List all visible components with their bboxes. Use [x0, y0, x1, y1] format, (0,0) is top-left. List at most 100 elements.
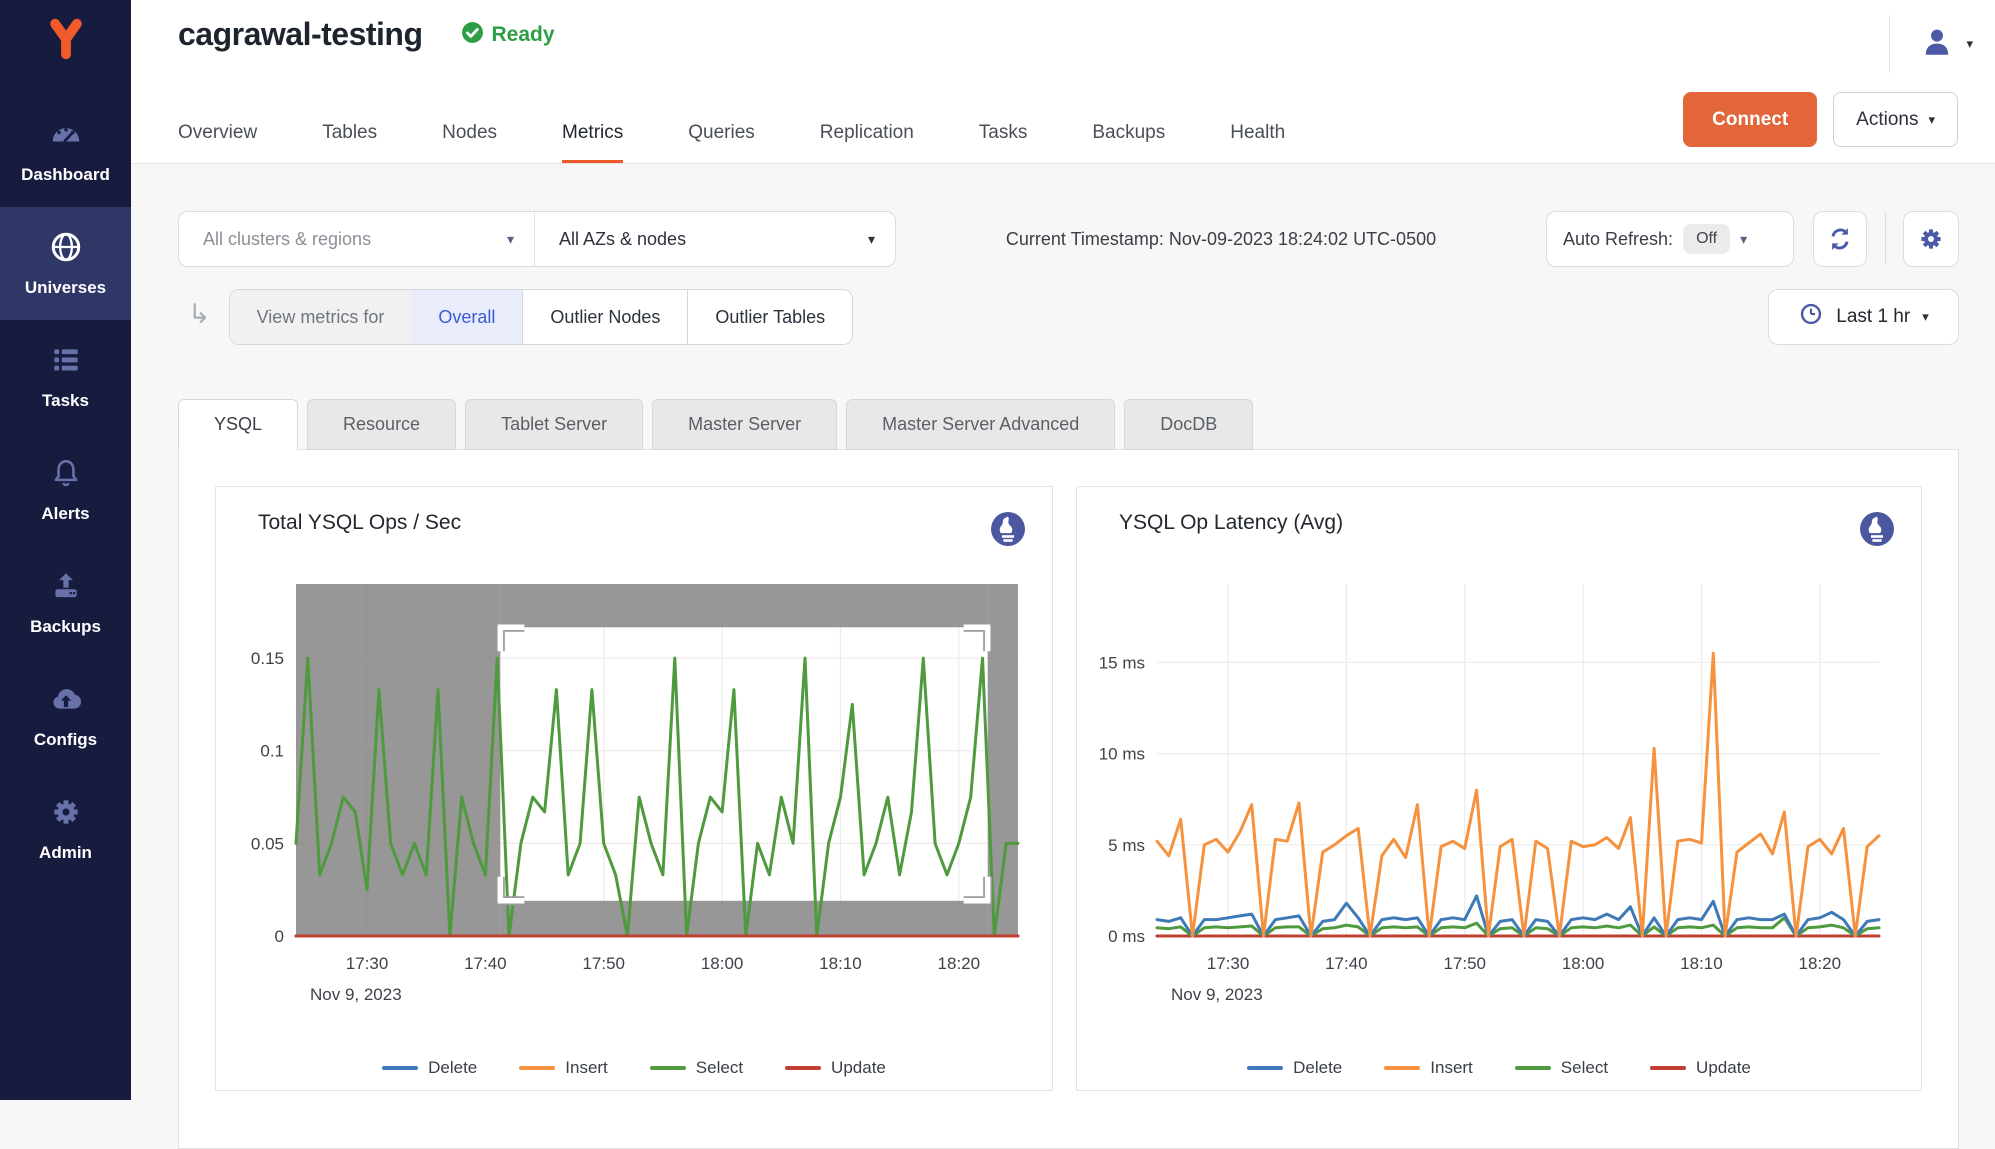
view-option-overall[interactable]: Overall: [411, 290, 522, 344]
svg-text:17:50: 17:50: [582, 954, 625, 973]
connect-button[interactable]: Connect: [1683, 92, 1817, 147]
legend-item-delete[interactable]: Delete: [1247, 1058, 1342, 1078]
time-range-value: Last 1 hr: [1836, 306, 1910, 328]
gear-icon: [49, 795, 83, 834]
sidebar-item-label: Universes: [25, 278, 106, 298]
tab-backups[interactable]: Backups: [1092, 122, 1165, 164]
azs-nodes-dropdown[interactable]: All AZs & nodes ▾: [535, 212, 895, 266]
sidebar-item-dashboard[interactable]: Dashboard: [0, 94, 131, 207]
yugabyte-logo-icon[interactable]: [37, 10, 95, 68]
clock-icon: [1798, 301, 1824, 333]
time-range-dropdown[interactable]: Last 1 hr ▾: [1768, 289, 1959, 345]
metric-tab-ysql[interactable]: YSQL: [178, 399, 298, 450]
view-option-outlier-tables[interactable]: Outlier Tables: [687, 290, 852, 344]
svg-text:Nov 9, 2023: Nov 9, 2023: [310, 985, 402, 1004]
actions-caret-icon: ▾: [1928, 112, 1935, 128]
metric-tab-master-server-advanced[interactable]: Master Server Advanced: [846, 399, 1115, 450]
legend-swatch: [1384, 1066, 1420, 1070]
chart-card-total-ysql-ops: Total YSQL Ops / Sec 00.050.10.1517:3017…: [215, 486, 1053, 1091]
tab-nodes[interactable]: Nodes: [442, 122, 497, 164]
svg-text:18:10: 18:10: [819, 954, 862, 973]
chevron-down-icon: ▾: [868, 231, 875, 248]
metric-tab-docdb[interactable]: DocDB: [1124, 399, 1253, 450]
clusters-regions-dropdown[interactable]: All clusters & regions ▾: [179, 212, 535, 266]
metric-tab-master-server[interactable]: Master Server: [652, 399, 837, 450]
sidebar-item-label: Tasks: [42, 391, 89, 411]
legend-swatch: [785, 1066, 821, 1070]
sidebar-item-admin[interactable]: Admin: [0, 772, 131, 885]
prometheus-icon[interactable]: [990, 511, 1026, 552]
legend-swatch: [519, 1066, 555, 1070]
legend-item-insert[interactable]: Insert: [519, 1058, 608, 1078]
auto-refresh-label: Auto Refresh:: [1563, 229, 1673, 250]
chart-card-ysql-op-latency: YSQL Op Latency (Avg) 0 ms5 ms10 ms15 ms…: [1076, 486, 1922, 1091]
sidebar-item-tasks[interactable]: Tasks: [0, 320, 131, 433]
legend-item-update[interactable]: Update: [785, 1058, 886, 1078]
auto-refresh-value: Off: [1683, 224, 1730, 254]
user-menu-caret-icon[interactable]: ▾: [1966, 36, 1973, 52]
chevron-down-icon: ▾: [1740, 231, 1747, 248]
svg-text:17:40: 17:40: [1325, 954, 1368, 973]
legend-label: Insert: [565, 1058, 608, 1078]
legend-label: Delete: [428, 1058, 477, 1078]
legend-item-update[interactable]: Update: [1650, 1058, 1751, 1078]
refresh-button[interactable]: [1813, 211, 1867, 267]
svg-text:18:00: 18:00: [1562, 954, 1605, 973]
divider: [1885, 213, 1886, 265]
ysql-op-latency-chart[interactable]: 0 ms5 ms10 ms15 ms17:3017:4017:5018:0018…: [1089, 574, 1899, 1010]
tab-metrics[interactable]: Metrics: [562, 122, 623, 164]
tab-tasks[interactable]: Tasks: [979, 122, 1028, 164]
settings-button[interactable]: [1903, 211, 1959, 267]
sidebar-item-configs[interactable]: Configs: [0, 659, 131, 772]
auto-refresh-dropdown[interactable]: Auto Refresh: Off ▾: [1546, 211, 1794, 267]
sidebar-item-label: Configs: [34, 730, 97, 750]
metric-tabs: YSQLResourceTablet ServerMaster ServerMa…: [178, 399, 1959, 449]
page-title: cagrawal-testing: [178, 16, 423, 53]
bell-icon: [49, 456, 83, 495]
legend-label: Update: [831, 1058, 886, 1078]
tab-replication[interactable]: Replication: [820, 122, 914, 164]
chart-title: YSQL Op Latency (Avg): [1119, 511, 1343, 535]
metric-tab-tablet-server[interactable]: Tablet Server: [465, 399, 643, 450]
sidebar-item-label: Dashboard: [21, 165, 110, 185]
metrics-panel: Total YSQL Ops / Sec 00.050.10.1517:3017…: [178, 449, 1959, 1149]
user-avatar-icon[interactable]: [1920, 25, 1954, 64]
check-circle-icon: [461, 21, 484, 49]
view-metrics-toggle: View metrics for OverallOutlier NodesOut…: [229, 289, 854, 345]
tab-overview[interactable]: Overview: [178, 122, 257, 164]
legend-item-select[interactable]: Select: [650, 1058, 743, 1078]
sidebar-item-label: Alerts: [41, 504, 89, 524]
actions-button[interactable]: Actions ▾: [1833, 92, 1958, 147]
tab-queries[interactable]: Queries: [688, 122, 755, 164]
current-timestamp: Current Timestamp: Nov-09-2023 18:24:02 …: [896, 229, 1546, 250]
chevron-down-icon: ▾: [1922, 309, 1929, 325]
sidebar-item-alerts[interactable]: Alerts: [0, 433, 131, 546]
gear-icon: [1917, 225, 1945, 253]
legend-swatch: [1650, 1066, 1686, 1070]
status-text: Ready: [492, 23, 555, 47]
chevron-down-icon: ▾: [507, 231, 514, 248]
metrics-content: All clusters & regions ▾ All AZs & nodes…: [131, 164, 1995, 1149]
view-option-outlier-nodes[interactable]: Outlier Nodes: [522, 290, 687, 344]
scope-dropdowns: All clusters & regions ▾ All AZs & nodes…: [178, 211, 896, 267]
metric-tab-resource[interactable]: Resource: [307, 399, 456, 450]
sidebar-item-universes[interactable]: Universes: [0, 207, 131, 320]
tab-health[interactable]: Health: [1230, 122, 1285, 164]
tab-tables[interactable]: Tables: [322, 122, 377, 164]
svg-text:17:30: 17:30: [1207, 954, 1250, 973]
prometheus-icon[interactable]: [1859, 511, 1895, 552]
legend-item-select[interactable]: Select: [1515, 1058, 1608, 1078]
legend-item-insert[interactable]: Insert: [1384, 1058, 1473, 1078]
total-ysql-ops-chart[interactable]: 00.050.10.1517:3017:4017:5018:0018:1018:…: [228, 574, 1038, 1010]
chart-legend: Delete Insert Select Update: [1077, 1058, 1921, 1078]
legend-item-delete[interactable]: Delete: [382, 1058, 477, 1078]
legend-label: Select: [1561, 1058, 1608, 1078]
svg-text:18:20: 18:20: [938, 954, 981, 973]
sidebar-item-backups[interactable]: Backups: [0, 546, 131, 659]
legend-label: Select: [696, 1058, 743, 1078]
clusters-regions-value: All clusters & regions: [203, 229, 371, 250]
cloud-upload-icon: [49, 682, 83, 721]
legend-swatch: [382, 1066, 418, 1070]
divider: [1889, 15, 1890, 73]
legend-swatch: [1515, 1066, 1551, 1070]
